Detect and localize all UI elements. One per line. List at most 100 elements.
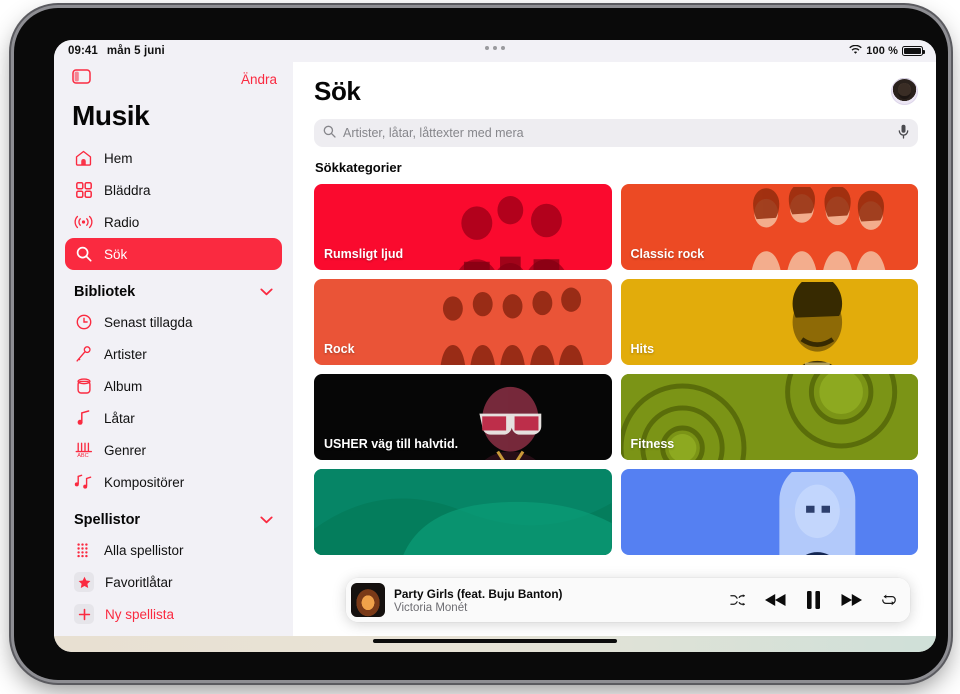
ipad-device-frame: 09:41 mån 5 juni 100 % Ändra Musik Hem B… xyxy=(14,8,948,680)
multitask-handle[interactable] xyxy=(54,46,936,50)
genres-icon: ABC xyxy=(74,441,93,460)
section-title: Sökkategorier xyxy=(315,160,402,175)
search-input[interactable]: Artister, låtar, låttexter med mera xyxy=(343,126,891,140)
category-card-usher[interactable]: USHER väg till halvtid. xyxy=(314,374,612,460)
plus-icon xyxy=(74,604,94,624)
group-title: Bibliotek xyxy=(74,284,136,300)
music-note-icon xyxy=(74,409,93,428)
user-avatar[interactable] xyxy=(891,78,918,105)
handle-dot xyxy=(485,46,489,50)
sidebar-item-album[interactable]: Album xyxy=(65,370,282,402)
sidebar-item-label: Ny spellista xyxy=(105,606,175,622)
category-card-label xyxy=(621,546,631,555)
edit-button[interactable]: Ändra xyxy=(241,72,277,87)
category-card-fitness[interactable]: Fitness xyxy=(620,374,918,460)
category-card-label: Hits xyxy=(630,342,655,356)
category-card-teal[interactable] xyxy=(314,469,612,555)
category-card-blue[interactable] xyxy=(620,469,918,555)
sidebar-item-senast-tillagda[interactable]: Senast tillagda xyxy=(65,306,282,338)
category-card-label: Classic rock xyxy=(630,247,705,261)
now-playing-title: Party Girls (feat. Buju Banton) xyxy=(394,586,563,601)
sidebar-item-ny-spellista[interactable]: Ny spellista xyxy=(65,598,282,630)
next-button[interactable] xyxy=(840,593,862,607)
app-body: Ändra Musik Hem Bläddra Radio Sök Biblio… xyxy=(54,62,936,636)
sidebar-item-radio[interactable]: Radio xyxy=(65,206,282,238)
solo-male-art xyxy=(792,282,842,365)
sidebar-item-sok[interactable]: Sök xyxy=(65,238,282,270)
status-bar: 09:41 mån 5 juni 100 % xyxy=(54,40,936,62)
magnifier-icon xyxy=(323,125,336,141)
home-indicator-bar[interactable] xyxy=(373,639,617,643)
status-bar-right: 100 % xyxy=(849,40,925,62)
album-artwork[interactable] xyxy=(351,583,385,617)
sidebar-item-artister[interactable]: Artister xyxy=(65,338,282,370)
category-card-rock[interactable]: Rock xyxy=(314,279,612,365)
sidebar-item-label: Favoritlåtar xyxy=(105,574,173,590)
sidebar-item-label: Artister xyxy=(104,346,147,362)
category-card-hits[interactable]: Hits xyxy=(620,279,918,365)
abstract-teal-art xyxy=(314,469,612,555)
playback-controls xyxy=(730,591,897,609)
sidebar-item-label: Genrer xyxy=(104,442,147,458)
now-playing-bar[interactable]: Party Girls (feat. Buju Banton) Victoria… xyxy=(346,578,910,622)
microphone-icon xyxy=(74,345,93,364)
chevron-down-icon[interactable] xyxy=(260,286,273,298)
sidebar-group-bibliotek[interactable]: Bibliotek xyxy=(54,270,293,306)
sidebar-item-label: Album xyxy=(104,378,143,394)
play-pause-button[interactable] xyxy=(806,591,821,609)
search-categories-grid: Rumsligt ljud Classic rock Rock Hits USH… xyxy=(314,184,918,555)
repeat-button[interactable] xyxy=(881,593,897,607)
category-card-classic-rock[interactable]: Classic rock xyxy=(620,184,918,270)
category-card-label: USHER väg till halvtid. xyxy=(324,437,459,451)
microphone-icon[interactable] xyxy=(898,124,909,142)
playlist-grid-icon xyxy=(74,541,93,560)
house-icon xyxy=(74,149,93,168)
magnifier-icon xyxy=(74,245,93,264)
home-indicator-area xyxy=(54,636,936,652)
category-card-label xyxy=(314,546,324,555)
content-header: Sök xyxy=(314,62,918,107)
sidebar-item-label: Alla spellistor xyxy=(104,542,184,558)
sidebar-item-label: Låtar xyxy=(104,410,135,426)
category-card-label: Fitness xyxy=(630,437,675,451)
sidebar-toggle-icon[interactable] xyxy=(72,69,91,89)
sidebar-header: Ändra xyxy=(54,62,293,96)
sidebar-item-latar[interactable]: Låtar xyxy=(65,402,282,434)
category-card-label: Rumsligt ljud xyxy=(324,247,404,261)
status-bar-left: 09:41 mån 5 juni xyxy=(68,45,165,57)
shuffle-button[interactable] xyxy=(730,593,746,607)
sidebar-item-label: Senast tillagda xyxy=(104,314,193,330)
band-five-art xyxy=(440,287,584,365)
album-disc-icon xyxy=(74,377,93,396)
sidebar: Ändra Musik Hem Bläddra Radio Sök Biblio… xyxy=(54,62,293,636)
battery-percent: 100 % xyxy=(866,45,898,57)
battery-icon xyxy=(902,46,925,56)
sidebar-item-favoritlatar[interactable]: Favoritlåtar xyxy=(65,566,282,598)
sidebar-group-spellistor[interactable]: Spellistor xyxy=(54,498,293,534)
sidebar-item-blaeddra[interactable]: Bläddra xyxy=(65,174,282,206)
double-note-icon xyxy=(74,473,93,492)
star-icon xyxy=(74,572,94,592)
sidebar-title: Musik xyxy=(72,100,150,131)
sidebar-item-alla-spellistor[interactable]: Alla spellistor xyxy=(65,534,282,566)
handle-dot xyxy=(493,46,497,50)
wifi-icon xyxy=(849,44,863,58)
grid-squares-icon xyxy=(74,181,93,200)
category-card-rumsligt-ljud[interactable]: Rumsligt ljud xyxy=(314,184,612,270)
radio-waves-icon xyxy=(74,213,93,232)
sidebar-item-label: Kompositörer xyxy=(104,474,185,490)
status-date: mån 5 juni xyxy=(106,45,165,57)
search-bar[interactable]: Artister, låtar, låttexter med mera xyxy=(314,119,918,147)
svg-text:ABC: ABC xyxy=(77,453,89,458)
group-title: Spellistor xyxy=(74,512,141,528)
band-four-art xyxy=(751,187,885,270)
chevron-down-icon[interactable] xyxy=(260,514,273,526)
now-playing-artist: Victoria Monét xyxy=(394,601,468,614)
sidebar-item-hem[interactable]: Hem xyxy=(65,142,282,174)
handle-dot xyxy=(501,46,505,50)
sidebar-item-label: Radio xyxy=(104,214,140,230)
clock-icon xyxy=(74,313,93,332)
sidebar-item-genrer[interactable]: ABC Genrer xyxy=(65,434,282,466)
sidebar-item-kompositorer[interactable]: Kompositörer xyxy=(65,466,282,498)
previous-button[interactable] xyxy=(765,593,787,607)
